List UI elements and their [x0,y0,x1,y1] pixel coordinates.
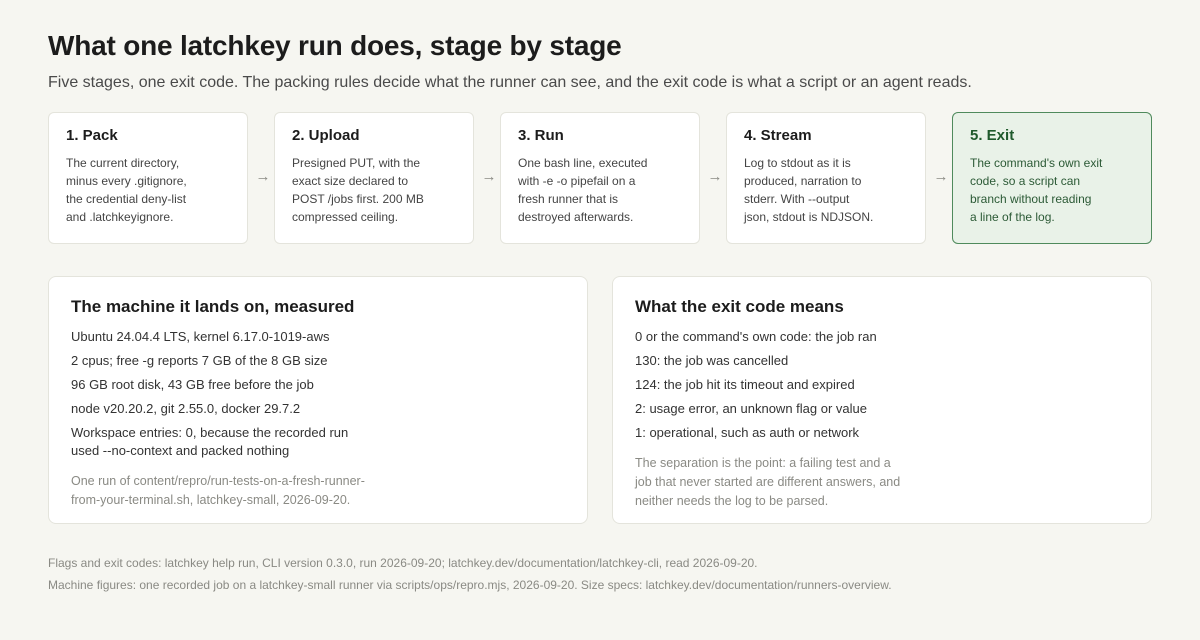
exit-code-panel-title: What the exit code means [635,297,844,316]
machine-panel-title: The machine it lands on, measured [71,297,355,316]
exit-code-item: 124: the job hit its timeout and expired [635,377,855,392]
stage-card-stream: 4. Stream Log to stdout as it is produce… [726,112,926,244]
footnote-sources-cli: Flags and exit codes: latchkey help run,… [48,556,758,570]
stage-title: 4. Stream [744,127,812,144]
stage-card-pack: 1. Pack The current directory, minus eve… [48,112,248,244]
machine-spec-item: node v20.20.2, git 2.55.0, docker 29.7.2 [71,401,301,416]
machine-spec-item: Ubuntu 24.04.4 LTS, kernel 6.17.0-1019-a… [71,329,330,344]
footnotes: Flags and exit codes: latchkey help run,… [48,556,1158,600]
stage-title: 3. Run [518,127,564,144]
exit-code-panel: What the exit code means 0 or the comman… [612,276,1152,524]
exit-code-item: 1: operational, such as auth or network [635,425,860,440]
exit-code-item: 130: the job was cancelled [635,353,789,368]
stage-description: The current directory, minus every .giti… [66,156,187,224]
page-subtitle: Five stages, one exit code. The packing … [48,74,972,91]
machine-panel: The machine it lands on, measured Ubuntu… [48,276,588,524]
stage-description: Presigned PUT, with the exact size decla… [292,156,424,224]
stage-card-exit: 5. Exit The command's own exit code, so … [952,112,1152,244]
arrow-right-icon: → [707,168,723,185]
machine-spec-item: 96 GB root disk, 43 GB free before the j… [71,377,314,392]
stage-card-upload: 2. Upload Presigned PUT, with the exact … [274,112,474,244]
stage-description: The command's own exit code, so a script… [970,156,1103,224]
footnote-sources-machine: Machine figures: one recorded job on a l… [48,578,892,592]
arrow-right-icon: → [255,168,271,185]
stage-title: 5. Exit [970,127,1015,144]
machine-spec-item: Workspace entries: 0, because the record… [71,425,349,458]
stage-title: 2. Upload [292,127,360,144]
machine-spec-item: 2 cpus; free -g reports 7 GB of the 8 GB… [71,353,328,368]
stage-title: 1. Pack [66,127,118,144]
exit-code-list: 0 or the command's own code: the job ran… [635,328,1129,442]
stage-description: One bash line, executed with -e -o pipef… [518,156,648,224]
stage-card-run: 3. Run One bash line, executed with -e -… [500,112,700,244]
exit-code-item: 2: usage error, an unknown flag or value [635,401,867,416]
arrow-right-icon: → [481,168,497,185]
stage-pipeline: 1. Pack The current directory, minus eve… [48,112,1152,244]
machine-panel-note: One run of content/repro/run-tests-on-a-… [71,474,365,507]
arrow-right-icon: → [933,168,949,185]
stage-description: Log to stdout as it is produced, narrati… [744,156,874,224]
machine-spec-list: Ubuntu 24.04.4 LTS, kernel 6.17.0-1019-a… [71,328,565,460]
page-title: What one latchkey run does, stage by sta… [48,30,622,61]
exit-code-item: 0 or the command's own code: the job ran [635,329,877,344]
exit-code-panel-note: The separation is the point: a failing t… [635,456,901,508]
